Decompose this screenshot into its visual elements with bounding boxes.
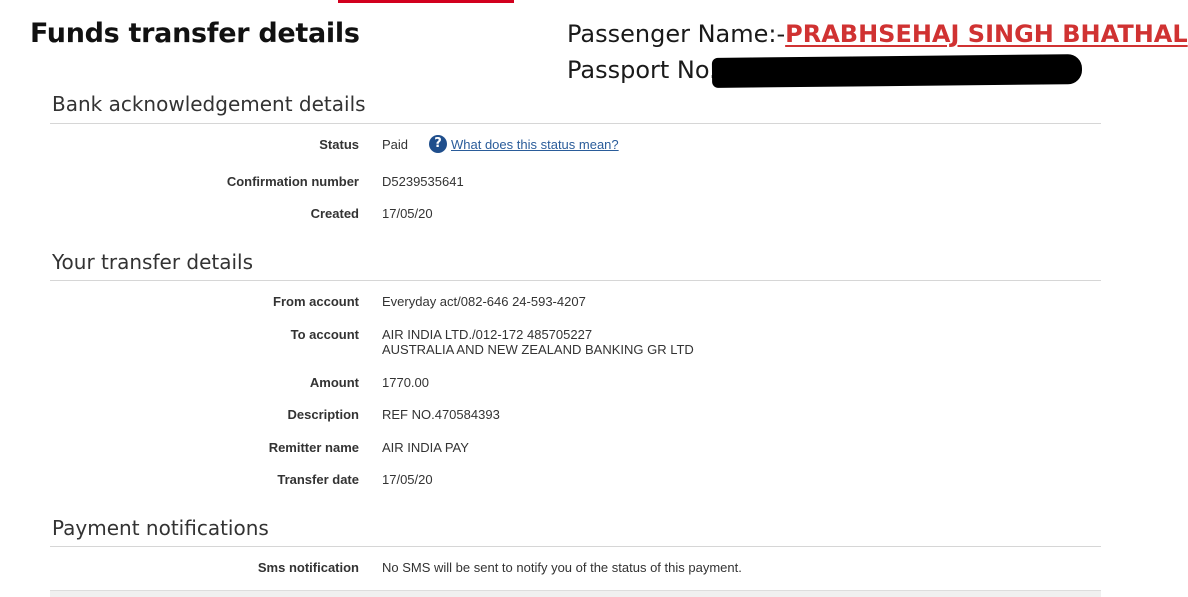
passenger-name-label: Passenger Name:- [567, 20, 786, 48]
confirmation-number-label: Confirmation number [226, 174, 359, 189]
amount-value: 1770.00 [382, 375, 429, 390]
section-heading-payment-notifications: Payment notifications [52, 516, 269, 540]
remitter-name-label: Remitter name [268, 440, 359, 455]
transfer-date-label: Transfer date [277, 472, 359, 487]
description-label: Description [287, 407, 359, 422]
section-divider [50, 280, 1101, 281]
from-account-value: Everyday act/082-646 24-593-4207 [382, 294, 586, 309]
created-label: Created [310, 206, 359, 221]
passport-number-line: Passport No. [567, 56, 717, 84]
to-account-value: AIR INDIA LTD./012-172 485705227 AUSTRAL… [382, 327, 694, 357]
sms-notification-value: No SMS will be sent to notify you of the… [382, 560, 742, 575]
from-account-label: From account [273, 294, 359, 309]
top-accent-bar [338, 0, 514, 3]
transfer-date-value: 17/05/20 [382, 472, 433, 487]
to-account-bank: AUSTRALIA AND NEW ZEALAND BANKING GR LTD [382, 342, 694, 357]
sms-notification-label: Sms notification [257, 560, 359, 575]
passport-redaction-mark [711, 54, 1083, 88]
remitter-name-value: AIR INDIA PAY [382, 440, 469, 455]
passenger-name-line: Passenger Name:-PRABHSEHAJ SINGH BHATHAL [567, 20, 1188, 48]
section-divider [50, 123, 1101, 124]
section-divider [50, 546, 1101, 547]
status-help-link[interactable]: What does this status mean? [451, 137, 619, 152]
confirmation-number-value: D5239535641 [382, 174, 464, 189]
passenger-name-value: PRABHSEHAJ SINGH BHATHAL [785, 20, 1188, 48]
to-account-label: To account [290, 327, 359, 342]
created-value: 17/05/20 [382, 206, 433, 221]
passport-number-label: Passport No. [567, 56, 717, 84]
status-value: Paid [382, 137, 409, 152]
amount-label: Amount [309, 375, 359, 390]
description-value: REF NO.470584393 [382, 407, 500, 422]
status-label: Status [319, 137, 359, 152]
section-heading-bank-acknowledgement: Bank acknowledgement details [52, 92, 366, 116]
page-title: Funds transfer details [30, 18, 360, 49]
question-mark-circle-icon[interactable]: ? [429, 135, 447, 153]
section-heading-transfer-details: Your transfer details [52, 250, 254, 274]
status-help-link-wrap[interactable]: ? What does this status mean? [429, 135, 619, 153]
to-account-number: AIR INDIA LTD./012-172 485705227 [382, 327, 593, 342]
